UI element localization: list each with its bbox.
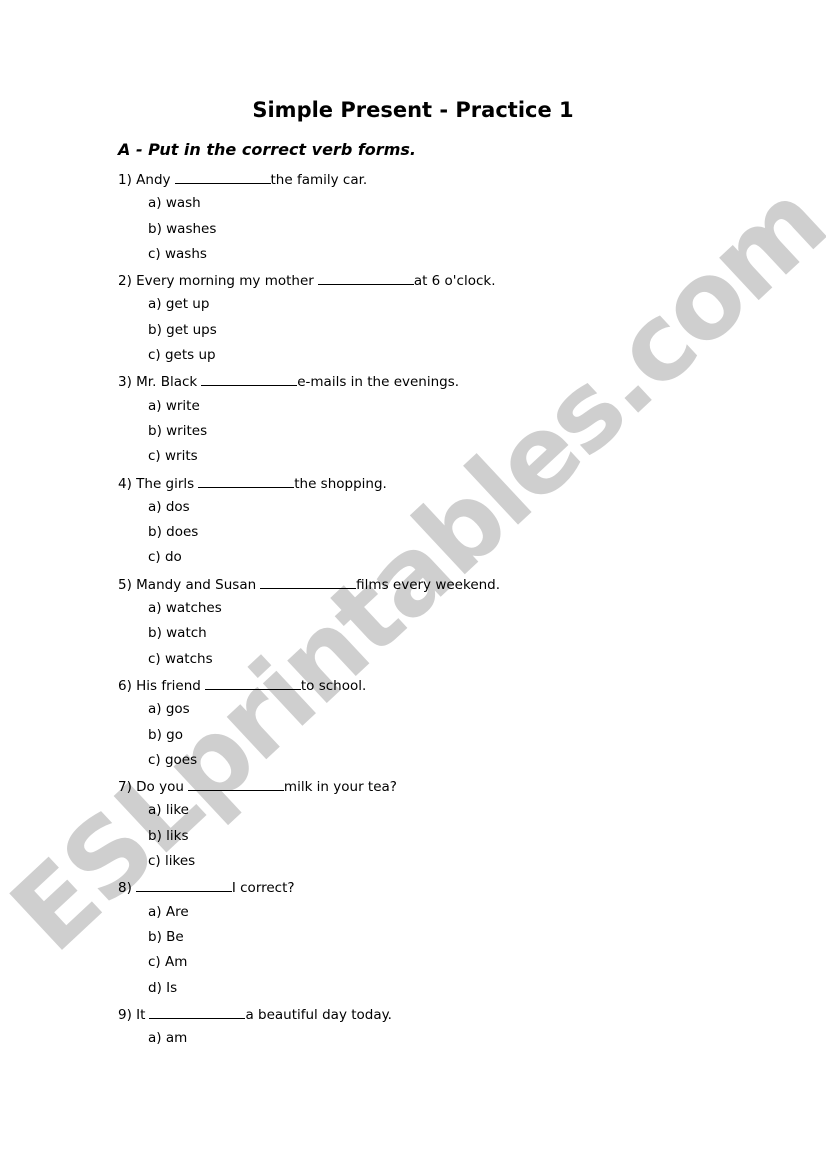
question-number: 7)	[118, 779, 132, 796]
answer-option[interactable]: c) gets up	[118, 347, 500, 372]
question-text-before: Mr. Black	[136, 374, 198, 391]
answer-blank[interactable]	[174, 170, 271, 184]
question-text-after: I correct?	[231, 880, 295, 897]
answer-blank[interactable]	[135, 878, 232, 893]
question-number: 9)	[118, 1006, 132, 1023]
question-1: 1) Andy the family car.	[118, 170, 500, 195]
question-text-before: His friend	[136, 677, 201, 694]
question-text-before: Do you	[136, 779, 184, 796]
answer-option[interactable]: b) go	[118, 727, 500, 752]
question-text-before: Andy	[136, 172, 171, 188]
question-number: 2)	[118, 273, 132, 290]
question-text-after: e-mails in the evenings.	[297, 374, 460, 391]
answer-option[interactable]: a) am	[118, 1030, 500, 1055]
question-text-after: a beautiful day today.	[245, 1006, 392, 1023]
answer-option[interactable]: b) Be	[118, 929, 500, 954]
question-number: 3)	[118, 374, 132, 391]
answer-option[interactable]: c) goes	[118, 752, 500, 777]
question-list: 1) Andy the family car. a) wash b) washes c)…	[118, 170, 500, 1055]
question-text-before: Mandy and Susan	[136, 576, 257, 593]
question-4: 4) The girls the shopping.	[118, 474, 500, 499]
answer-blank[interactable]	[149, 1005, 246, 1019]
answer-option[interactable]: a) dos	[118, 499, 500, 524]
question-9: 9) It a beautiful day today.	[118, 1005, 500, 1030]
question-8: 8) I correct?	[118, 878, 500, 903]
question-5: 5) Mandy and Susan films every weekend.	[118, 575, 500, 600]
answer-option[interactable]: b) liks	[118, 828, 500, 853]
answer-option[interactable]: a) watches	[118, 600, 500, 625]
answer-option[interactable]: a) write	[118, 398, 500, 423]
answer-option[interactable]: b) does	[118, 524, 500, 549]
answer-option[interactable]: a) Are	[118, 904, 500, 929]
question-text-after: films every weekend.	[356, 576, 501, 593]
answer-blank[interactable]	[198, 474, 295, 488]
question-7: 7) Do you milk in your tea?	[118, 777, 500, 802]
question-3: 3) Mr. Black e-mails in the evenings.	[118, 372, 500, 397]
question-text-after: the shopping.	[294, 475, 387, 492]
answer-option[interactable]: c) likes	[118, 853, 500, 878]
answer-option[interactable]: a) like	[118, 802, 500, 827]
page-title: Simple Present - Practice 1	[0, 98, 826, 122]
question-text-after: milk in your tea?	[283, 779, 397, 796]
answer-option[interactable]: c) washs	[118, 246, 500, 271]
answer-option[interactable]: a) wash	[118, 195, 500, 220]
question-text-before: Every morning my mother	[136, 273, 314, 290]
question-text-before: The girls	[136, 475, 195, 492]
question-6: 6) His friend to school.	[118, 676, 500, 701]
question-text-after: to school.	[300, 677, 367, 694]
answer-option[interactable]: b) writes	[118, 423, 500, 448]
answer-blank[interactable]	[317, 271, 414, 286]
answer-option[interactable]: a) gos	[118, 701, 500, 726]
answer-blank[interactable]	[204, 676, 301, 690]
answer-option[interactable]: b) get ups	[118, 322, 500, 347]
question-text-after: the family car.	[270, 172, 368, 188]
worksheet-page: ESLprintables.com Simple Present - Pract…	[0, 0, 826, 1169]
answer-option[interactable]: c) watchs	[118, 651, 500, 676]
question-text-after: at 6 o'clock.	[413, 273, 496, 290]
answer-option[interactable]: b) washes	[118, 221, 500, 246]
question-number: 1)	[118, 172, 132, 188]
question-number: 4)	[118, 475, 132, 492]
answer-option[interactable]: c) do	[118, 549, 500, 574]
answer-blank[interactable]	[187, 777, 284, 792]
question-number: 5)	[118, 576, 132, 593]
question-text-before: It	[136, 1006, 146, 1023]
question-number: 8)	[118, 880, 132, 897]
answer-option[interactable]: b) watch	[118, 625, 500, 650]
answer-option[interactable]: c) writs	[118, 448, 500, 473]
question-2: 2) Every morning my mother at 6 o'clock.	[118, 271, 500, 296]
answer-blank[interactable]	[201, 372, 298, 387]
section-heading: A - Put in the correct verb forms.	[118, 140, 416, 159]
question-number: 6)	[118, 677, 132, 694]
page-title-text: Simple Present - Practice 1	[252, 98, 574, 122]
answer-option[interactable]: a) get up	[118, 296, 500, 321]
answer-option[interactable]: c) Am	[118, 954, 500, 979]
answer-option[interactable]: d) Is	[118, 980, 500, 1005]
answer-blank[interactable]	[260, 575, 357, 589]
